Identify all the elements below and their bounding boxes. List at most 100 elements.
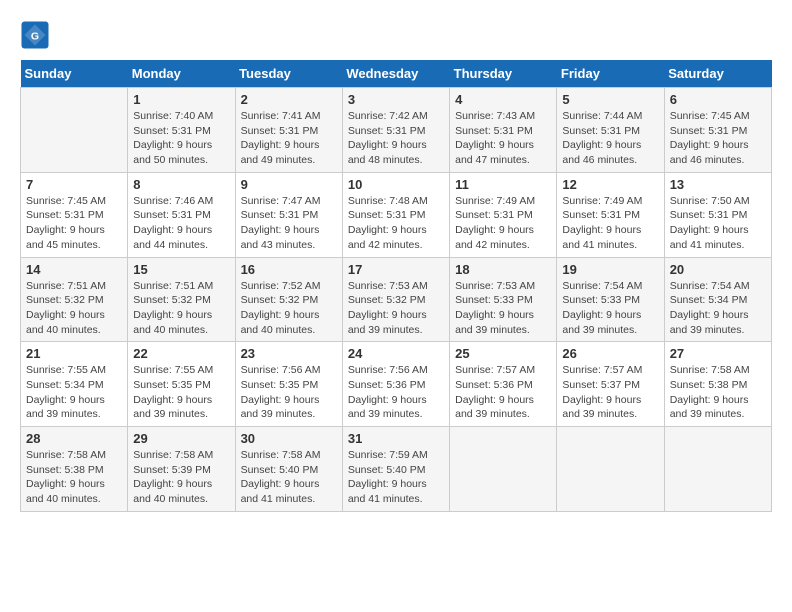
svg-text:G: G <box>31 31 39 43</box>
calendar-cell: 18 Sunrise: 7:53 AM Sunset: 5:33 PM Dayli… <box>450 257 557 342</box>
weekday-header-row: SundayMondayTuesdayWednesdayThursdayFrid… <box>21 60 772 88</box>
week-row-1: 1Sunrise: 7:40 AM Sunset: 5:31 PM Daylig… <box>21 88 772 173</box>
calendar-cell: 30 Sunrise: 7:58 AM Sunset: 5:40 PM Dayli… <box>235 427 342 512</box>
day-number: 26 <box>562 346 658 361</box>
day-number: 29 <box>133 431 229 446</box>
logo-icon: G <box>20 20 50 50</box>
day-number: 30 <box>241 431 337 446</box>
calendar-cell: 11 Sunrise: 7:49 AM Sunset: 5:31 PM Dayli… <box>450 172 557 257</box>
day-content: Sunrise: 7:58 AM Sunset: 5:40 PM Dayligh… <box>241 448 337 507</box>
day-content: Sunrise: 7:54 AM Sunset: 5:34 PM Dayligh… <box>670 279 766 338</box>
day-content: Sunrise: 7:58 AM Sunset: 5:38 PM Dayligh… <box>26 448 122 507</box>
calendar-cell: 19 Sunrise: 7:54 AM Sunset: 5:33 PM Dayli… <box>557 257 664 342</box>
day-number: 19 <box>562 262 658 277</box>
day-number: 20 <box>670 262 766 277</box>
week-row-2: 7 Sunrise: 7:45 AM Sunset: 5:31 PM Daylig… <box>21 172 772 257</box>
calendar-cell: 26 Sunrise: 7:57 AM Sunset: 5:37 PM Dayli… <box>557 342 664 427</box>
calendar-cell <box>557 427 664 512</box>
weekday-header-sunday: Sunday <box>21 60 128 88</box>
day-number: 8 <box>133 177 229 192</box>
day-content: Sunrise: 7:54 AM Sunset: 5:33 PM Dayligh… <box>562 279 658 338</box>
day-number: 25 <box>455 346 551 361</box>
day-content: Sunrise: 7:45 AM Sunset: 5:31 PM Dayligh… <box>670 109 766 168</box>
calendar-cell: 13Sunrise: 7:50 AM Sunset: 5:31 PM Dayli… <box>664 172 771 257</box>
day-content: Sunrise: 7:57 AM Sunset: 5:37 PM Dayligh… <box>562 363 658 422</box>
day-number: 27 <box>670 346 766 361</box>
day-content: Sunrise: 7:47 AM Sunset: 5:31 PM Dayligh… <box>241 194 337 253</box>
day-content: Sunrise: 7:48 AM Sunset: 5:31 PM Dayligh… <box>348 194 444 253</box>
day-content: Sunrise: 7:50 AM Sunset: 5:31 PM Dayligh… <box>670 194 766 253</box>
calendar-cell: 1Sunrise: 7:40 AM Sunset: 5:31 PM Daylig… <box>128 88 235 173</box>
calendar-cell: 25 Sunrise: 7:57 AM Sunset: 5:36 PM Dayli… <box>450 342 557 427</box>
day-content: Sunrise: 7:56 AM Sunset: 5:36 PM Dayligh… <box>348 363 444 422</box>
day-content: Sunrise: 7:55 AM Sunset: 5:34 PM Dayligh… <box>26 363 122 422</box>
day-content: Sunrise: 7:57 AM Sunset: 5:36 PM Dayligh… <box>455 363 551 422</box>
weekday-header-tuesday: Tuesday <box>235 60 342 88</box>
day-content: Sunrise: 7:55 AM Sunset: 5:35 PM Dayligh… <box>133 363 229 422</box>
calendar-cell: 3Sunrise: 7:42 AM Sunset: 5:31 PM Daylig… <box>342 88 449 173</box>
calendar-cell: 17Sunrise: 7:53 AM Sunset: 5:32 PM Dayli… <box>342 257 449 342</box>
calendar-cell: 7 Sunrise: 7:45 AM Sunset: 5:31 PM Daylig… <box>21 172 128 257</box>
calendar-cell: 24Sunrise: 7:56 AM Sunset: 5:36 PM Dayli… <box>342 342 449 427</box>
day-content: Sunrise: 7:49 AM Sunset: 5:31 PM Dayligh… <box>455 194 551 253</box>
day-content: Sunrise: 7:59 AM Sunset: 5:40 PM Dayligh… <box>348 448 444 507</box>
calendar-cell: 23 Sunrise: 7:56 AM Sunset: 5:35 PM Dayli… <box>235 342 342 427</box>
day-content: Sunrise: 7:58 AM Sunset: 5:39 PM Dayligh… <box>133 448 229 507</box>
calendar-cell: 2 Sunrise: 7:41 AM Sunset: 5:31 PM Daylig… <box>235 88 342 173</box>
calendar-table: SundayMondayTuesdayWednesdayThursdayFrid… <box>20 60 772 512</box>
day-number: 12 <box>562 177 658 192</box>
day-number: 31 <box>348 431 444 446</box>
calendar-cell: 4 Sunrise: 7:43 AM Sunset: 5:31 PM Daylig… <box>450 88 557 173</box>
calendar-cell: 8 Sunrise: 7:46 AM Sunset: 5:31 PM Daylig… <box>128 172 235 257</box>
day-content: Sunrise: 7:49 AM Sunset: 5:31 PM Dayligh… <box>562 194 658 253</box>
day-number: 16 <box>241 262 337 277</box>
calendar-cell <box>450 427 557 512</box>
calendar-cell: 15 Sunrise: 7:51 AM Sunset: 5:32 PM Dayli… <box>128 257 235 342</box>
calendar-cell: 14 Sunrise: 7:51 AM Sunset: 5:32 PM Dayli… <box>21 257 128 342</box>
calendar-cell <box>664 427 771 512</box>
day-content: Sunrise: 7:40 AM Sunset: 5:31 PM Dayligh… <box>133 109 229 168</box>
day-number: 14 <box>26 262 122 277</box>
calendar-cell: 9 Sunrise: 7:47 AM Sunset: 5:31 PM Daylig… <box>235 172 342 257</box>
day-number: 5 <box>562 92 658 107</box>
day-content: Sunrise: 7:53 AM Sunset: 5:32 PM Dayligh… <box>348 279 444 338</box>
day-content: Sunrise: 7:53 AM Sunset: 5:33 PM Dayligh… <box>455 279 551 338</box>
page-header: G <box>20 20 772 50</box>
day-number: 18 <box>455 262 551 277</box>
day-content: Sunrise: 7:56 AM Sunset: 5:35 PM Dayligh… <box>241 363 337 422</box>
calendar-cell: 12 Sunrise: 7:49 AM Sunset: 5:31 PM Dayli… <box>557 172 664 257</box>
calendar-cell: 6Sunrise: 7:45 AM Sunset: 5:31 PM Daylig… <box>664 88 771 173</box>
day-number: 4 <box>455 92 551 107</box>
day-content: Sunrise: 7:45 AM Sunset: 5:31 PM Dayligh… <box>26 194 122 253</box>
calendar-cell: 31 Sunrise: 7:59 AM Sunset: 5:40 PM Dayli… <box>342 427 449 512</box>
logo: G <box>20 20 54 50</box>
day-number: 11 <box>455 177 551 192</box>
calendar-cell: 21Sunrise: 7:55 AM Sunset: 5:34 PM Dayli… <box>21 342 128 427</box>
weekday-header-friday: Friday <box>557 60 664 88</box>
calendar-cell: 28 Sunrise: 7:58 AM Sunset: 5:38 PM Dayli… <box>21 427 128 512</box>
day-content: Sunrise: 7:58 AM Sunset: 5:38 PM Dayligh… <box>670 363 766 422</box>
day-number: 15 <box>133 262 229 277</box>
weekday-header-monday: Monday <box>128 60 235 88</box>
day-content: Sunrise: 7:51 AM Sunset: 5:32 PM Dayligh… <box>133 279 229 338</box>
calendar-cell: 29 Sunrise: 7:58 AM Sunset: 5:39 PM Dayli… <box>128 427 235 512</box>
day-number: 23 <box>241 346 337 361</box>
day-number: 7 <box>26 177 122 192</box>
week-row-5: 28 Sunrise: 7:58 AM Sunset: 5:38 PM Dayli… <box>21 427 772 512</box>
weekday-header-thursday: Thursday <box>450 60 557 88</box>
day-content: Sunrise: 7:51 AM Sunset: 5:32 PM Dayligh… <box>26 279 122 338</box>
day-number: 9 <box>241 177 337 192</box>
day-content: Sunrise: 7:41 AM Sunset: 5:31 PM Dayligh… <box>241 109 337 168</box>
calendar-cell: 5Sunrise: 7:44 AM Sunset: 5:31 PM Daylig… <box>557 88 664 173</box>
day-content: Sunrise: 7:46 AM Sunset: 5:31 PM Dayligh… <box>133 194 229 253</box>
day-number: 22 <box>133 346 229 361</box>
weekday-header-wednesday: Wednesday <box>342 60 449 88</box>
weekday-header-saturday: Saturday <box>664 60 771 88</box>
calendar-cell <box>21 88 128 173</box>
day-content: Sunrise: 7:42 AM Sunset: 5:31 PM Dayligh… <box>348 109 444 168</box>
day-number: 2 <box>241 92 337 107</box>
week-row-4: 21Sunrise: 7:55 AM Sunset: 5:34 PM Dayli… <box>21 342 772 427</box>
day-content: Sunrise: 7:43 AM Sunset: 5:31 PM Dayligh… <box>455 109 551 168</box>
day-number: 28 <box>26 431 122 446</box>
calendar-cell: 16Sunrise: 7:52 AM Sunset: 5:32 PM Dayli… <box>235 257 342 342</box>
